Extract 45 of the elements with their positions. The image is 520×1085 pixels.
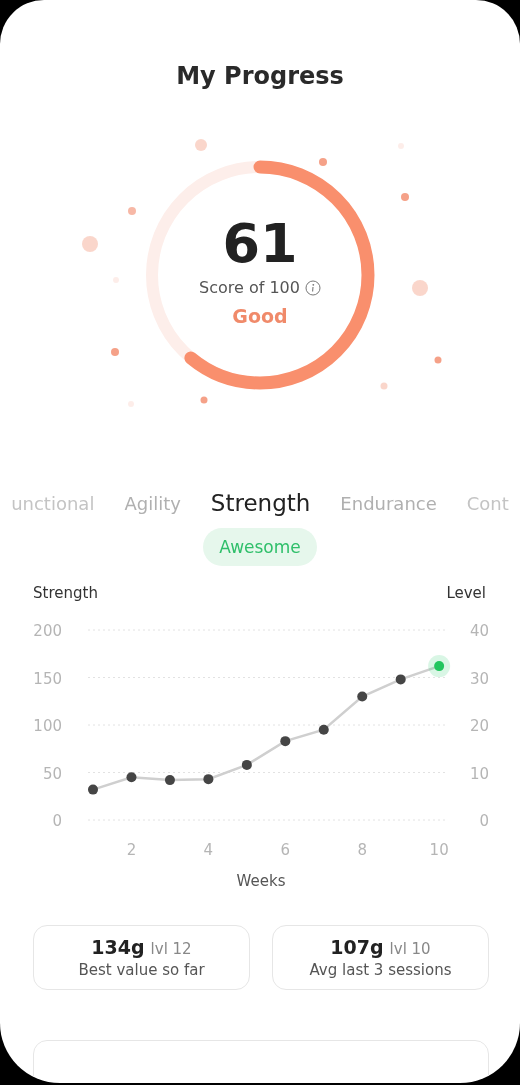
tab[interactable]: Strength bbox=[210, 490, 311, 516]
data-point bbox=[203, 774, 214, 785]
tick-label: 0 bbox=[52, 812, 62, 830]
score-caption: Score of 100 bbox=[199, 277, 300, 299]
stat-level: lvl 12 bbox=[150, 940, 192, 958]
page-title: My Progress bbox=[176, 61, 344, 92]
tick-label: 0 bbox=[479, 812, 489, 830]
axis-title: Level bbox=[446, 583, 486, 604]
data-point bbox=[357, 691, 368, 702]
tab[interactable]: Agility bbox=[124, 492, 181, 514]
stat-level: lvl 10 bbox=[389, 940, 431, 958]
data-point bbox=[88, 784, 98, 795]
score-value: 61 bbox=[222, 213, 298, 275]
tick-label: 150 bbox=[33, 669, 62, 688]
highlighted-point bbox=[428, 655, 451, 678]
data-point bbox=[318, 724, 329, 735]
tick-label: 30 bbox=[469, 669, 489, 688]
stat-value: 134g bbox=[91, 936, 145, 958]
tick-label: 100 bbox=[33, 717, 62, 735]
rating-badge: Awesome bbox=[203, 528, 317, 566]
info-icon[interactable] bbox=[304, 280, 321, 296]
data-point bbox=[280, 736, 291, 747]
tick-label: 6 bbox=[280, 841, 291, 859]
tick-label: 4 bbox=[203, 841, 214, 859]
tick-label: 50 bbox=[42, 764, 62, 783]
tick-label: 10 bbox=[469, 764, 489, 783]
data-point bbox=[395, 674, 406, 685]
stat-caption: Best value so far bbox=[78, 961, 205, 979]
tab[interactable]: Endurance bbox=[340, 492, 437, 514]
stat-value: 107g bbox=[330, 936, 384, 958]
axis-title: Weeks bbox=[236, 872, 286, 890]
axis-title: Strength bbox=[33, 583, 98, 604]
tab[interactable]: unctional bbox=[11, 492, 95, 514]
score-rating: Good bbox=[232, 304, 288, 329]
tab[interactable]: Cont bbox=[466, 492, 509, 514]
data-point bbox=[241, 759, 252, 770]
tick-label: 10 bbox=[429, 841, 449, 859]
tick-label: 40 bbox=[469, 622, 489, 640]
tick-label: 20 bbox=[469, 717, 489, 735]
tick-label: 200 bbox=[33, 622, 62, 640]
data-point bbox=[164, 775, 175, 786]
tick-label: 8 bbox=[357, 841, 367, 859]
stat-caption: Avg last 3 sessions bbox=[309, 961, 452, 979]
data-point bbox=[126, 772, 137, 783]
tick-label: 2 bbox=[126, 841, 137, 859]
